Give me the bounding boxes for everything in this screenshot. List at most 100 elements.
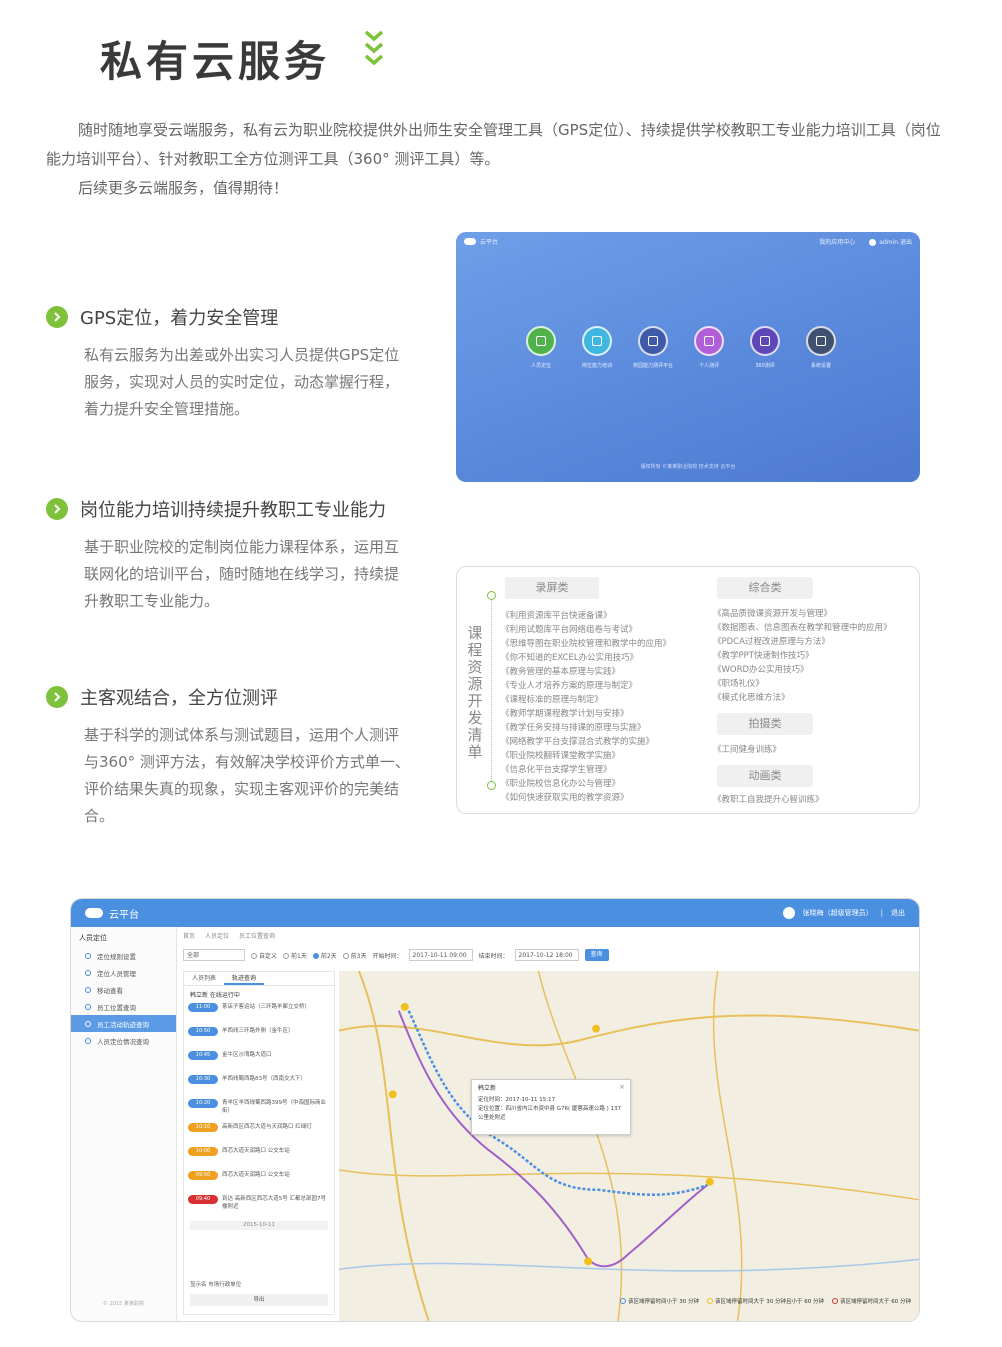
app-tile[interactable]: 系统设置 bbox=[806, 326, 836, 369]
timeline-event[interactable]: 10:20 青羊区羊西线蜀西路399号（中海国际商业街） bbox=[184, 1099, 334, 1123]
breadcrumb-item[interactable]: 人员定位 bbox=[205, 931, 229, 940]
resource-item: 《教师学期课程教学计划与安排》 bbox=[501, 709, 629, 719]
resource-item: 《利用试题库平台网络组卷与考试》 bbox=[501, 625, 638, 635]
range-radio[interactable]: 前3天 bbox=[342, 951, 367, 960]
tracking-screenshot: 云平台 张晓梅（超级管理员） | 退出 人员定位 定位规则设置 定位人员管理 移动查… bbox=[70, 898, 920, 1322]
popup-name: 韩立新 bbox=[478, 1085, 497, 1092]
timeline-event[interactable]: 10:45 金牛区沙湾路大道口 bbox=[184, 1051, 334, 1075]
sidebar: 人员定位 定位规则设置定位人员管理移动查看员工位置查询 员工活动轨迹查询 人员定位情… bbox=[71, 927, 177, 1321]
sidebar-item[interactable]: 人员定位情况查询 bbox=[71, 1032, 176, 1049]
range-radio[interactable]: 前2天 bbox=[312, 951, 337, 960]
timeline-event[interactable]: 09:50 西芯大道天润路口 公交车站 bbox=[184, 1171, 334, 1195]
event-location: 茶店子客运站（三环路羊犀立交桥） bbox=[222, 1004, 311, 1010]
cloud-icon bbox=[85, 908, 103, 918]
location-popup: 韩立新 × 定位时间：2017-10-11 15:17 定位位置：四川省内江市资… bbox=[471, 1079, 631, 1135]
event-time: 10:30 bbox=[188, 1075, 218, 1084]
range-radio[interactable]: 自定义 bbox=[251, 951, 277, 960]
app-label: 人员定位 bbox=[530, 363, 551, 369]
tab-person-list[interactable]: 人员列表 bbox=[184, 972, 224, 985]
start-time-input[interactable]: 2017-10-11 09:00 bbox=[408, 949, 473, 961]
app-tile[interactable]: 个人测评 bbox=[694, 326, 724, 369]
resource-item: 《教职工自我提升心智训练》 bbox=[713, 795, 824, 805]
category-items: 《高品质微课资源开发与管理》 《数据图表、信息图表在教学和管理中的应用》 《PDCA… bbox=[713, 607, 892, 705]
app-label: 岗位能力培训 bbox=[582, 363, 613, 369]
app-tile[interactable]: 360测评 bbox=[750, 326, 780, 369]
arrow-right-icon bbox=[46, 686, 68, 708]
scope-select[interactable]: 全部 bbox=[183, 949, 245, 961]
resource-item: 《信息化平台支撑学生管理》 bbox=[501, 765, 612, 775]
resource-item: 《高品质微课资源开发与管理》 bbox=[713, 609, 833, 619]
timeline-event[interactable]: 10:30 羊西线蜀西路83号（西南交大下） bbox=[184, 1075, 334, 1099]
timeline-event[interactable]: 11:00 茶店子客运站（三环路羊犀立交桥） bbox=[184, 1003, 334, 1027]
resource-vertical-title: 课程资源开发清单 bbox=[467, 624, 483, 761]
resource-item: 《教务管理的基本原理与实践》 bbox=[501, 667, 621, 677]
legend-item: 该区域停留时间大于 30 分钟且小于 60 分钟 bbox=[707, 1297, 824, 1305]
arrow-right-icon bbox=[46, 498, 68, 520]
portal-link[interactable]: 我的应用中心 bbox=[819, 237, 855, 246]
gear-icon bbox=[816, 336, 826, 346]
feature-evaluation: 主客观结合，全方位测评 基于科学的测试体系与测试题目，运用个人测评与360° 测… bbox=[46, 682, 416, 830]
app-label: 个人测评 bbox=[698, 363, 719, 369]
sidebar-item[interactable]: 移动查看 bbox=[71, 981, 176, 998]
close-icon[interactable]: × bbox=[619, 1083, 625, 1092]
app-label: 系统设置 bbox=[810, 363, 831, 369]
feature-title: GPS定位，着力安全管理 bbox=[80, 308, 279, 329]
event-location: 西芯大道天润路口 公交车站 bbox=[222, 1148, 290, 1154]
resource-item: 《网络教学平台支撑混合式教学的实施》 bbox=[501, 737, 655, 747]
sidebar-header: 人员定位 bbox=[79, 934, 107, 942]
popup-address: 定位位置：四川省内江市资中县 G76( 厦蓉高速公路 ) 137 公里处附近 bbox=[478, 1106, 622, 1121]
timeline-dot bbox=[487, 591, 496, 600]
filter-bar: 全部 自定义 前1天 前2天 前3天 开始时间： 2017-10-11 09:00 结… bbox=[183, 949, 609, 961]
resource-item: 《职业院校信息化办公与管理》 bbox=[501, 779, 621, 789]
sidebar-item[interactable]: 定位人员管理 bbox=[71, 964, 176, 981]
search-button[interactable]: 查询 bbox=[584, 949, 609, 961]
event-time: 10:20 bbox=[188, 1099, 218, 1108]
timeline-event[interactable]: 10:10 高新西区西芯大道与天润路口 红绿灯 bbox=[184, 1123, 334, 1147]
portal-footer: 版权所有 ©某某职业院校 技术支持 云平台 bbox=[640, 464, 736, 470]
end-time-input[interactable]: 2017-10-12 18:00 bbox=[514, 949, 579, 961]
timeline-dot bbox=[487, 781, 496, 790]
event-time: 10:45 bbox=[188, 1051, 218, 1060]
app-tile[interactable]: 校园能力测评平台 bbox=[633, 326, 673, 369]
sidebar-item[interactable]: 员工活动轨迹查询 bbox=[71, 1015, 176, 1032]
sidebar-item-label: 移动查看 bbox=[97, 986, 123, 995]
map-view[interactable]: 韩立新 × 定位时间：2017-10-11 15:17 定位位置：四川省内江市资… bbox=[339, 971, 919, 1321]
end-label: 结束时间： bbox=[478, 952, 509, 960]
event-location: 羊西线三环路外侧（金牛区） bbox=[222, 1028, 294, 1034]
sidebar-item[interactable]: 定位规则设置 bbox=[71, 947, 176, 964]
event-time: 10:10 bbox=[188, 1123, 218, 1132]
unit-label: 显示名 市场行政单位 bbox=[190, 1282, 242, 1288]
resource-item: 《如何快速获取实用的教学资源》 bbox=[501, 793, 629, 803]
logout-link[interactable]: 退出 bbox=[891, 908, 905, 918]
event-location: 西芯大道天润路口 公交车站 bbox=[222, 1172, 290, 1178]
timeline-event[interactable]: 10:00 西芯大道天润路口 公交车站 bbox=[184, 1147, 334, 1171]
breadcrumb-item[interactable]: 首页 bbox=[183, 931, 195, 940]
person-name: 韩立新 在线运行中 bbox=[190, 992, 240, 999]
app-tile[interactable]: 人员定位 bbox=[526, 326, 556, 369]
sidebar-footer: © 2015 某某职院 bbox=[103, 1301, 144, 1307]
sidebar-item-label: 定位规则设置 bbox=[97, 952, 136, 961]
user-name[interactable]: 张晓梅（超级管理员） bbox=[803, 908, 873, 918]
resource-item: 《职业院校翻转课堂教学实施》 bbox=[501, 751, 621, 761]
intro-paragraph: 后续更多云端服务，值得期待！ bbox=[78, 179, 289, 197]
tab-track-query[interactable]: 轨迹查询 bbox=[224, 972, 265, 985]
category-tag: 综合类 bbox=[717, 577, 813, 599]
resource-item: 《教学PPT快速制作技巧》 bbox=[713, 651, 814, 661]
export-button[interactable]: 导出 bbox=[190, 1294, 328, 1306]
portal-user[interactable]: admin 退出 bbox=[879, 239, 912, 246]
legend-item: 该区域停留时间大于 60 分钟 bbox=[832, 1297, 911, 1305]
timeline-event[interactable]: 09:40 到达 高新西区西芯大道5号 汇都总部园7号楼附近 bbox=[184, 1195, 334, 1219]
timeline-event[interactable]: 10:50 羊西线三环路外侧（金牛区） bbox=[184, 1027, 334, 1051]
feature-body: 私有云服务为出差或外出实习人员提供GPS定位服务，实现对人员的实时定位，动态掌握… bbox=[84, 346, 400, 418]
resource-item: 《模式化思维方法》 bbox=[713, 693, 790, 703]
event-time: 09:50 bbox=[188, 1171, 218, 1180]
category-tag: 动画类 bbox=[717, 765, 813, 787]
sidebar-item[interactable]: 员工位置查询 bbox=[71, 998, 176, 1015]
portal-brand: 云平台 bbox=[480, 238, 499, 246]
range-radio[interactable]: 前1天 bbox=[283, 951, 307, 960]
menu-item-icon bbox=[85, 986, 91, 993]
feature-training: 岗位能力培训持续提升教职工专业能力 基于职业院校的定制岗位能力课程体系，运用互联… bbox=[46, 494, 416, 615]
map-canvas bbox=[339, 971, 919, 1321]
app-tile[interactable]: 岗位能力培训 bbox=[582, 326, 612, 369]
location-icon bbox=[536, 336, 546, 346]
